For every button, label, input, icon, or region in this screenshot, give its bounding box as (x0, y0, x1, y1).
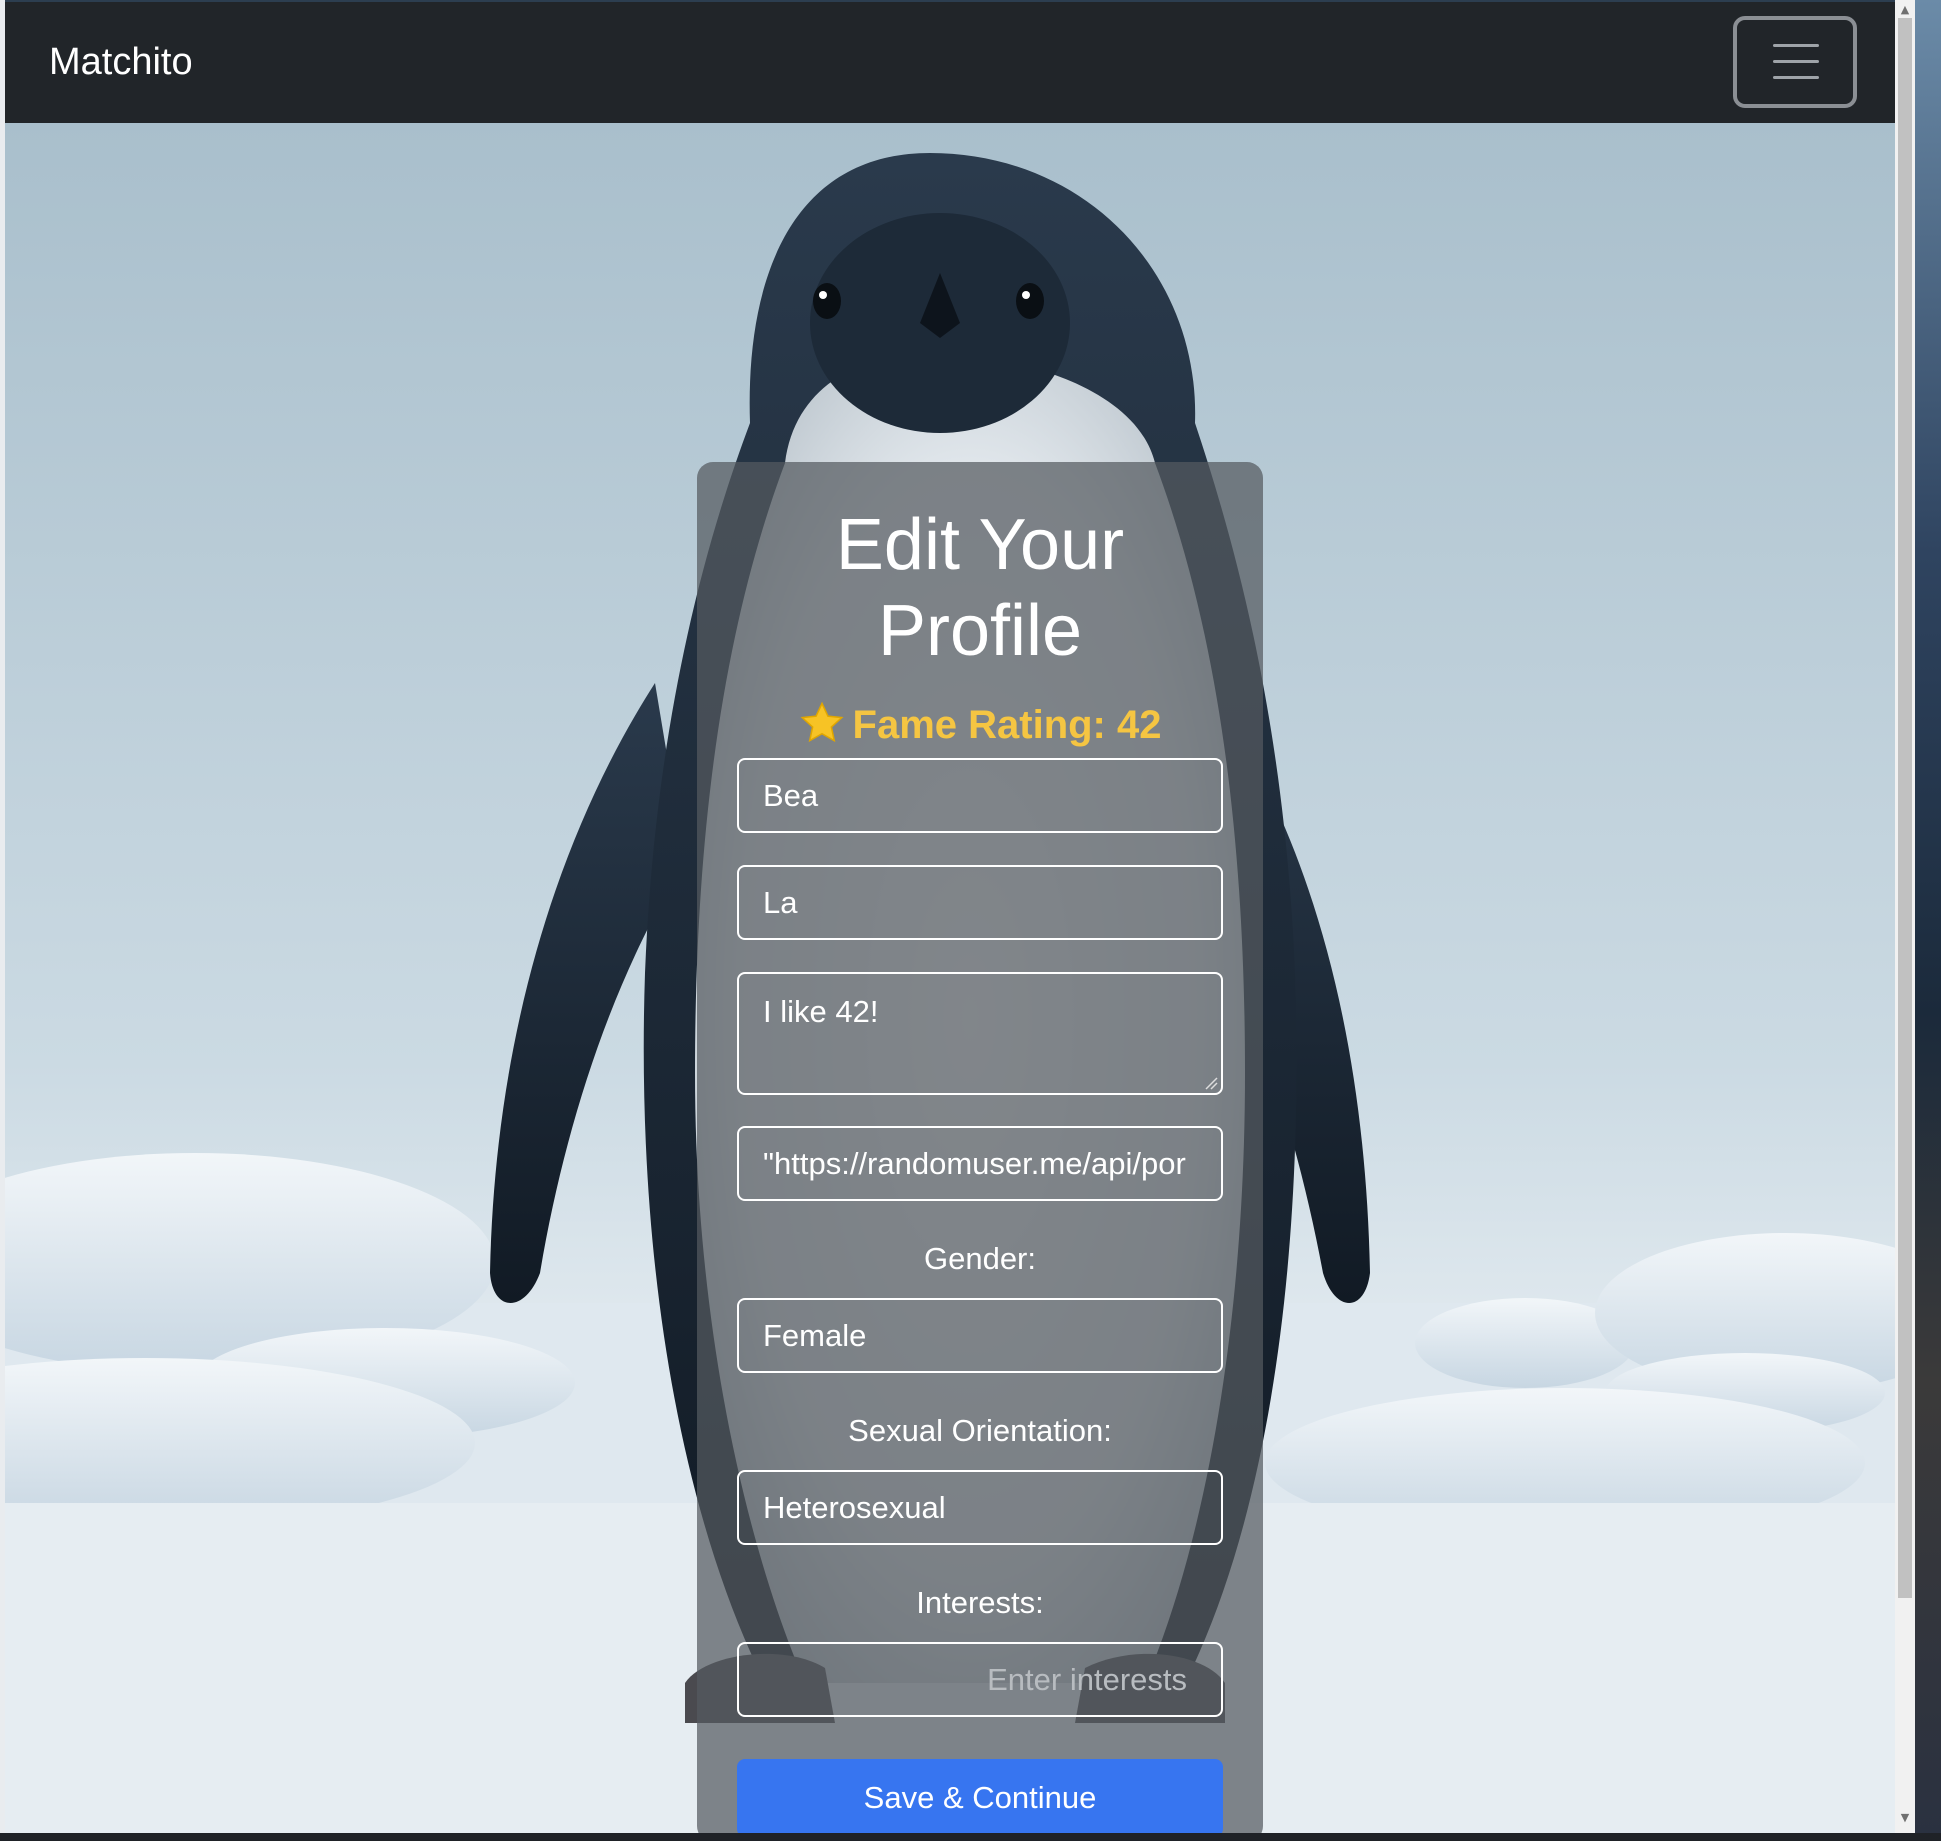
window-bottom-edge (0, 1833, 1941, 1841)
page-title: Edit Your Profile (697, 502, 1263, 674)
page-title-line-1: Edit Your (835, 505, 1125, 585)
resize-grip-icon[interactable] (1204, 1076, 1218, 1090)
brand-link[interactable]: Matchito (49, 40, 193, 84)
interests-input[interactable]: Enter interests (737, 1642, 1223, 1717)
save-continue-button[interactable]: Save & Continue (737, 1759, 1223, 1833)
photo-url-input[interactable]: "https://randomuser.me/api/por (737, 1126, 1223, 1201)
scroll-up-icon[interactable]: ▲ (1895, 2, 1915, 18)
fame-rating-text: Fame Rating: 42 (852, 703, 1162, 747)
page: Matchito Edit Your Profile Fame Rating: … (5, 2, 1895, 1833)
fame-rating: Fame Rating: 42 (697, 700, 1263, 749)
bio-text: I like 42! (763, 994, 879, 1029)
scroll-down-icon[interactable]: ▼ (1895, 1810, 1915, 1826)
vertical-scrollbar[interactable]: ▲ ▼ (1895, 0, 1915, 1841)
orientation-label: Sexual Orientation: (848, 1413, 1112, 1448)
star-icon (800, 701, 844, 743)
orientation-select[interactable]: Heterosexual (737, 1470, 1223, 1545)
last-name-input[interactable]: La (737, 865, 1223, 940)
scroll-thumb[interactable] (1898, 18, 1912, 1598)
desktop-background-edge (1915, 0, 1941, 1841)
first-name-input[interactable]: Bea (737, 758, 1223, 833)
gender-label: Gender: (923, 1241, 1036, 1276)
page-title-line-2: Profile (877, 591, 1083, 671)
gender-select[interactable]: Female (737, 1298, 1223, 1373)
navbar: Matchito (5, 2, 1895, 123)
bio-textarea[interactable]: I like 42! (737, 972, 1223, 1095)
interests-label: Interests: (916, 1585, 1044, 1620)
hamburger-icon (1773, 44, 1819, 80)
edit-profile-card: Edit Your Profile Fame Rating: 42 Bea La… (697, 462, 1263, 1833)
navbar-toggle-button[interactable] (1733, 16, 1857, 108)
